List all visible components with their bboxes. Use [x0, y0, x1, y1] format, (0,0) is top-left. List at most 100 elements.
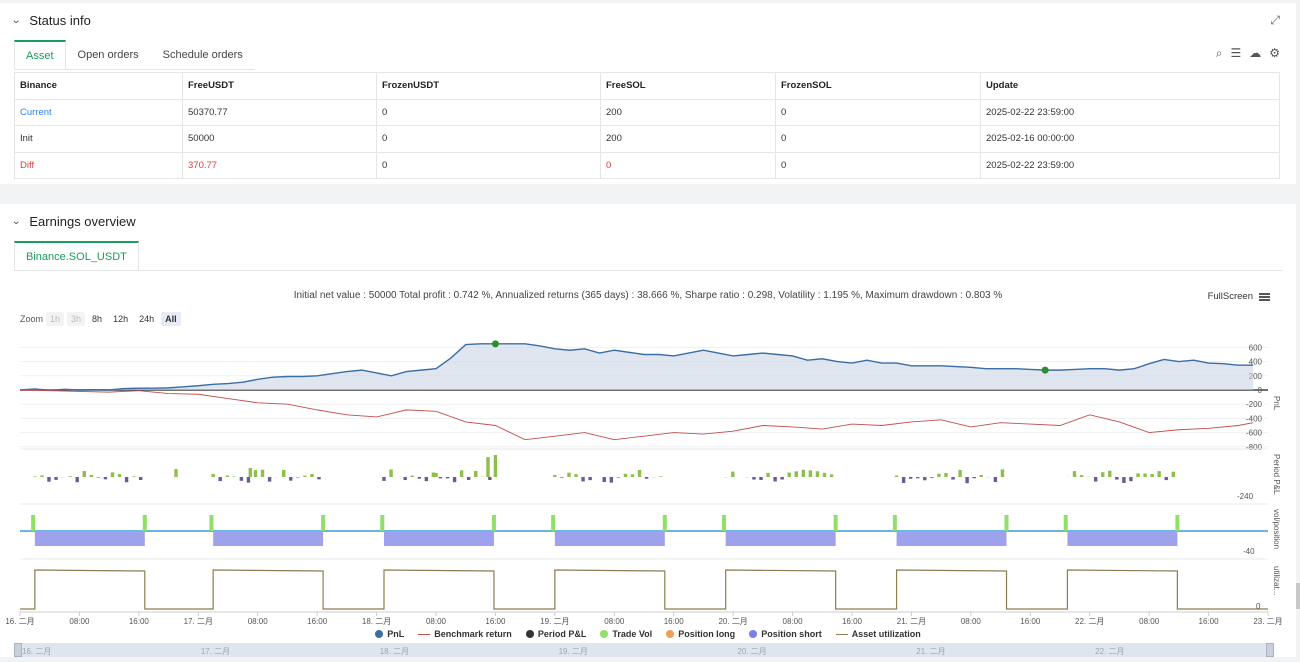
period-bar: [902, 477, 905, 483]
col-frozen-usdt: FrozenUSDT: [377, 73, 601, 100]
fullscreen-button[interactable]: FullScreen: [1208, 291, 1270, 302]
zoom-8h-button[interactable]: 8h: [88, 312, 106, 326]
trade-vol-bar: [380, 515, 384, 531]
cloud-icon[interactable]: ☁: [1249, 46, 1261, 61]
period-bar: [923, 477, 926, 480]
status-panel: ⌄ Status info ⤢ Asset Open orders Schedu…: [0, 3, 1296, 184]
period-bar: [261, 470, 264, 477]
chevron-down-icon[interactable]: ⌄: [11, 15, 21, 26]
tab-binance-sol-usdt[interactable]: Binance.SOL_USDT: [14, 241, 139, 271]
period-bar: [439, 477, 442, 478]
zoom-24h-button[interactable]: 24h: [135, 312, 158, 326]
y-tick-label: -200: [1246, 400, 1263, 409]
legend-item[interactable]: PnL: [375, 629, 404, 639]
tab-open-orders[interactable]: Open orders: [66, 40, 151, 69]
legend-item[interactable]: Trade Vol: [600, 629, 652, 639]
x-tick-label: 16:00: [1199, 617, 1220, 626]
status-header[interactable]: ⌄ Status info: [12, 13, 91, 28]
x-tick-label: 08:00: [961, 617, 982, 626]
earnings-panel: 6004002000-200-400-600-800PnL-240Period …: [0, 204, 1296, 657]
range-navigator[interactable]: 16. 二月17. 二月18. 二月19. 二月20. 二月21. 二月22. …: [18, 643, 1270, 657]
page-scrollbar[interactable]: [1296, 583, 1300, 609]
tab-asset[interactable]: Asset: [14, 40, 66, 69]
x-tick-label: 16:00: [664, 617, 685, 626]
legend-label: PnL: [387, 629, 404, 639]
period-bar: [1080, 475, 1083, 477]
legend-item[interactable]: Benchmark return: [418, 629, 512, 639]
tab-schedule-orders[interactable]: Schedule orders: [151, 40, 255, 69]
y-axis-label: PnL: [1272, 396, 1281, 411]
x-tick-label: 16:00: [129, 617, 150, 626]
legend-line: [836, 634, 848, 635]
period-bar: [752, 477, 755, 480]
period-bar: [638, 470, 641, 477]
x-tick-label: 08:00: [604, 617, 625, 626]
period-bar: [418, 477, 421, 479]
earnings-header[interactable]: ⌄ Earnings overview: [12, 214, 136, 229]
period-bar: [488, 477, 491, 480]
navigator-right-handle[interactable]: [1266, 643, 1274, 657]
period-bar: [211, 474, 214, 477]
cell: 2025-02-22 23:59:00: [981, 99, 1280, 126]
period-bar: [247, 477, 250, 483]
cell: 200: [601, 99, 776, 126]
x-tick-label: 16:00: [1020, 617, 1041, 626]
period-bar: [780, 477, 783, 480]
x-tick-label: 08:00: [426, 617, 447, 626]
legend-item[interactable]: Position long: [666, 629, 735, 639]
navigator-label: 18. 二月: [380, 647, 409, 656]
zoom-12h-button[interactable]: 12h: [109, 312, 132, 326]
earnings-chart[interactable]: 6004002000-200-400-600-800PnL-240Period …: [0, 204, 1296, 657]
cell: 200: [601, 126, 776, 153]
period-bar: [310, 474, 313, 477]
x-tick-label: 21. 二月: [897, 617, 926, 626]
y-axis-label: Period P&L: [1272, 454, 1281, 495]
period-bar: [104, 477, 107, 479]
trade-vol-bar: [321, 515, 325, 531]
trade-vol-bar: [1005, 515, 1009, 531]
period-bar: [909, 477, 912, 479]
period-bar: [617, 477, 620, 478]
table-row: Diff 370.77 0 0 0 2025-02-22 23:59:00: [15, 152, 1280, 179]
period-bar: [411, 476, 414, 477]
legend-item[interactable]: Period P&L: [526, 629, 587, 639]
navigator-left-handle[interactable]: [14, 643, 22, 657]
position-short-block: [213, 531, 323, 546]
zoom-1h-button[interactable]: 1h: [46, 312, 64, 326]
legend-line: [418, 634, 430, 635]
x-tick-label: 16. 二月: [5, 617, 34, 626]
period-bar: [965, 477, 968, 483]
period-bar: [474, 471, 477, 477]
period-bar: [631, 474, 634, 477]
x-tick-label: 08:00: [248, 617, 269, 626]
expand-icon[interactable]: ⤢: [1270, 13, 1280, 28]
legend-dot: [666, 630, 674, 638]
y-tick-label: -40: [1243, 547, 1255, 556]
period-bar: [610, 477, 613, 483]
trade-vol-bar: [143, 515, 147, 531]
period-bar: [1172, 472, 1175, 477]
period-bar: [1136, 473, 1139, 477]
period-bar: [1157, 471, 1160, 477]
legend-item[interactable]: Asset utilization: [836, 629, 921, 639]
x-tick-label: 16:00: [307, 617, 328, 626]
zoom-3h-button[interactable]: 3h: [67, 312, 85, 326]
x-tick-label: 23. 二月: [1253, 617, 1282, 626]
legend-item[interactable]: Position short: [749, 629, 822, 639]
y-tick-label: -800: [1246, 443, 1263, 452]
period-bar: [1101, 472, 1104, 477]
chevron-down-icon[interactable]: ⌄: [11, 216, 21, 227]
period-bar: [249, 468, 252, 477]
period-bar: [47, 477, 50, 482]
period-bar: [403, 477, 406, 480]
period-bar: [389, 470, 392, 477]
search-icon[interactable]: ⌕: [1216, 46, 1223, 61]
zoom-all-button[interactable]: All: [161, 312, 181, 326]
period-bar: [823, 473, 826, 477]
trade-vol-bar: [492, 515, 496, 531]
gear-icon[interactable]: ⚙: [1269, 46, 1280, 61]
period-bar: [54, 477, 57, 480]
menu-icon[interactable]: [1259, 293, 1270, 301]
list-icon[interactable]: ☰: [1230, 46, 1241, 61]
legend-label: Period P&L: [538, 629, 587, 639]
